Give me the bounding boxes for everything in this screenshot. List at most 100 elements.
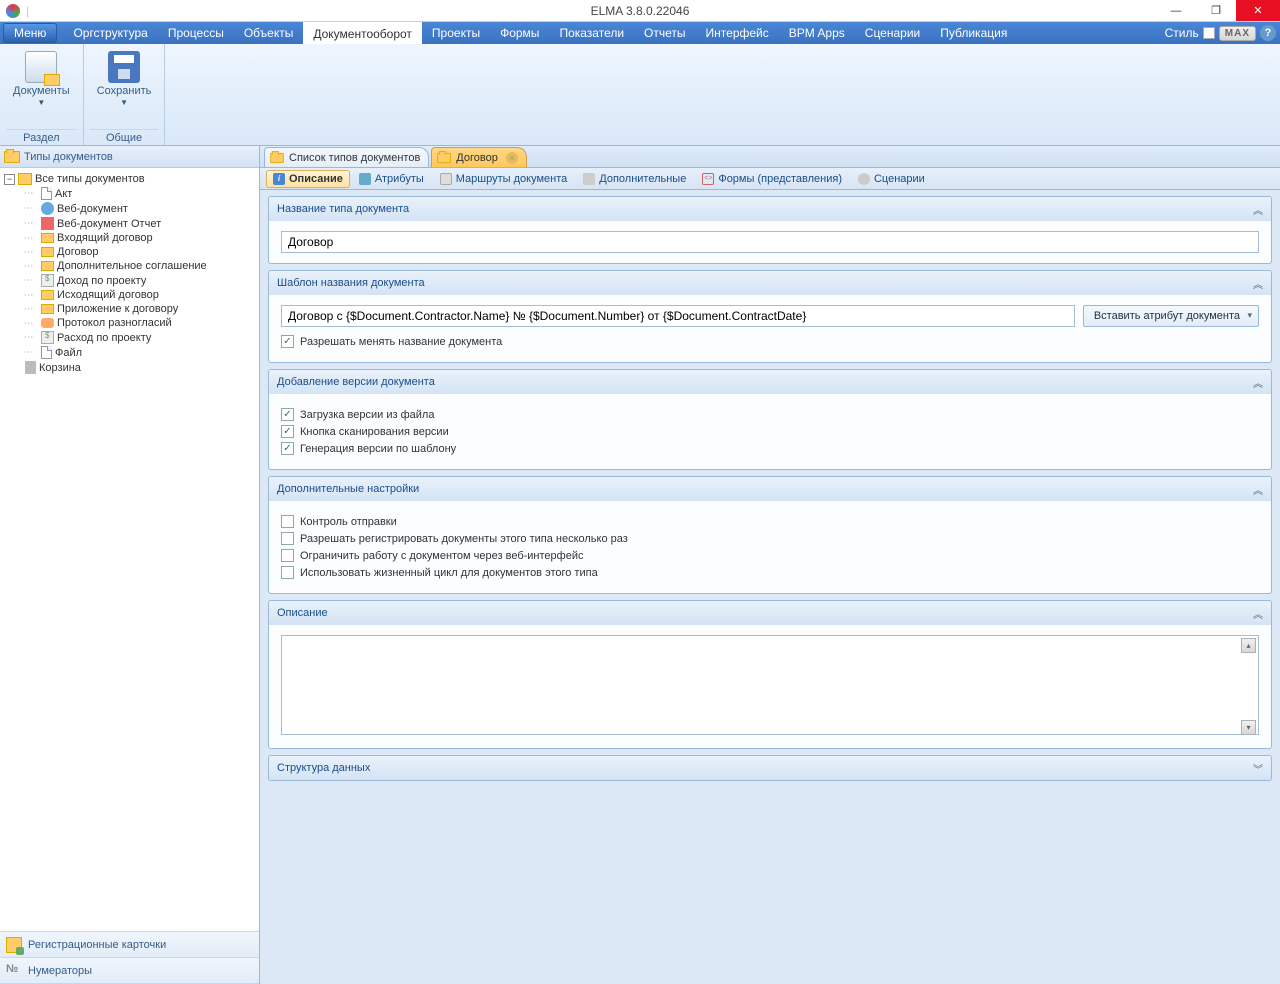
tree-connector-icon: ⋯ bbox=[18, 332, 38, 343]
subtab-4[interactable]: Формы (представления) bbox=[695, 170, 849, 188]
max-button[interactable]: MAX bbox=[1219, 26, 1256, 41]
subtab-5[interactable]: Сценарии bbox=[851, 170, 932, 188]
tree-item[interactable]: ⋯Исходящий договор bbox=[4, 288, 259, 302]
tree-item[interactable]: ⋯Протокол разногласий bbox=[4, 316, 259, 330]
doc-tab-label: Договор bbox=[456, 152, 498, 164]
bottom-item-label: Нумераторы bbox=[28, 965, 92, 977]
generate-template-checkbox[interactable] bbox=[281, 442, 294, 455]
tree-expander-icon[interactable]: − bbox=[4, 174, 15, 185]
chk-label: Ограничить работу с документом через веб… bbox=[300, 550, 583, 562]
money-icon bbox=[41, 274, 54, 287]
description-textarea[interactable] bbox=[281, 635, 1259, 735]
tree-item[interactable]: Корзина bbox=[4, 360, 259, 375]
tree-item[interactable]: ⋯Веб-документ Отчет bbox=[4, 216, 259, 231]
tree-item-label: Протокол разногласий bbox=[57, 317, 172, 329]
tree-item[interactable]: ⋯Договор bbox=[4, 245, 259, 259]
main-menu-button[interactable]: Меню bbox=[3, 23, 57, 43]
allow-rename-checkbox[interactable] bbox=[281, 335, 294, 348]
chk-label: Загрузка версии из файла bbox=[300, 409, 434, 421]
left-bottom-item[interactable]: Нумераторы bbox=[0, 958, 259, 984]
send-control-checkbox[interactable] bbox=[281, 515, 294, 528]
extra-icon bbox=[583, 173, 595, 185]
app-logo-icon bbox=[6, 4, 20, 18]
window-close-button[interactable]: ✕ bbox=[1236, 0, 1280, 21]
chevron-up-icon bbox=[1253, 606, 1263, 621]
tree-item[interactable]: ⋯Доход по проекту bbox=[4, 273, 259, 288]
folder-icon bbox=[270, 152, 284, 162]
menubar-item-10[interactable]: Сценарии bbox=[855, 22, 930, 44]
scroll-up-icon[interactable]: ▴ bbox=[1241, 638, 1256, 653]
multi-register-checkbox[interactable] bbox=[281, 532, 294, 545]
allow-rename-label: Разрешать менять название документа bbox=[300, 336, 502, 348]
menubar-item-3[interactable]: Документооборот bbox=[303, 22, 422, 44]
section-header-name[interactable]: Название типа документа bbox=[269, 197, 1271, 221]
subtab-label: Формы (представления) bbox=[718, 173, 842, 185]
section-header-data-structure[interactable]: Структура данных bbox=[269, 756, 1271, 780]
ribbon-group-label: Раздел bbox=[6, 129, 77, 145]
tree-item-label: Входящий договор bbox=[57, 232, 153, 244]
name-template-input[interactable] bbox=[281, 305, 1075, 327]
web-icon bbox=[41, 202, 54, 215]
tree-root[interactable]: − Все типы документов bbox=[4, 172, 259, 186]
menubar-item-0[interactable]: Оргструктура bbox=[63, 22, 157, 44]
section-header-template[interactable]: Шаблон названия документа bbox=[269, 271, 1271, 295]
chevron-down-icon bbox=[1253, 761, 1263, 776]
menubar-item-5[interactable]: Формы bbox=[490, 22, 549, 44]
bottom-item-label: Регистрационные карточки bbox=[28, 939, 166, 951]
insert-attribute-button[interactable]: Вставить атрибут документа bbox=[1083, 305, 1259, 327]
menubar-item-6[interactable]: Показатели bbox=[549, 22, 634, 44]
subtab-label: Описание bbox=[289, 173, 343, 185]
menubar-item-1[interactable]: Процессы bbox=[158, 22, 234, 44]
tree-item[interactable]: ⋯Веб-документ bbox=[4, 201, 259, 216]
menubar-item-11[interactable]: Публикация bbox=[930, 22, 1017, 44]
subtabs: Описание Атрибуты Маршруты документаДополн… bbox=[260, 168, 1280, 190]
section-header-versions[interactable]: Добавление версии документа bbox=[269, 370, 1271, 394]
window-title: ELMA 3.8.0.22046 bbox=[591, 4, 690, 18]
ribbon-button-save[interactable]: Сохранить▼ bbox=[90, 48, 159, 110]
subtab-2[interactable]: Маршруты документа bbox=[433, 170, 574, 188]
menubar-item-4[interactable]: Проекты bbox=[422, 22, 490, 44]
left-panel-header: Типы документов bbox=[0, 146, 259, 168]
doc-type-name-input[interactable] bbox=[281, 231, 1259, 253]
style-dropdown[interactable] bbox=[1203, 27, 1215, 39]
section-name: Название типа документа bbox=[268, 196, 1272, 264]
help-icon[interactable]: ? bbox=[1260, 25, 1276, 41]
subtab-0[interactable]: Описание bbox=[266, 170, 350, 188]
tree-item[interactable]: ⋯Файл bbox=[4, 345, 259, 360]
window-minimize-button[interactable]: — bbox=[1156, 0, 1196, 21]
tree-connector-icon: ⋯ bbox=[18, 304, 38, 315]
doc-tab-1[interactable]: Договор × bbox=[431, 147, 527, 167]
tree-connector-icon: ⋯ bbox=[18, 247, 38, 258]
tree-item[interactable]: ⋯Входящий договор bbox=[4, 231, 259, 245]
tree-item[interactable]: ⋯Расход по проекту bbox=[4, 330, 259, 345]
restrict-web-checkbox[interactable] bbox=[281, 549, 294, 562]
section-header-description[interactable]: Описание bbox=[269, 601, 1271, 625]
scan-button-checkbox[interactable] bbox=[281, 425, 294, 438]
chk-label: Генерация версии по шаблону bbox=[300, 443, 456, 455]
tree-item[interactable]: ⋯Приложение к договору bbox=[4, 302, 259, 316]
doc-tab-0[interactable]: Список типов документов bbox=[264, 147, 429, 167]
section-header-additional[interactable]: Дополнительные настройки bbox=[269, 477, 1271, 501]
window-restore-button[interactable]: ❐ bbox=[1196, 0, 1236, 21]
menubar-item-2[interactable]: Объекты bbox=[234, 22, 304, 44]
scroll-down-icon[interactable]: ▾ bbox=[1241, 720, 1256, 735]
left-bottom-item[interactable]: Регистрационные карточки bbox=[0, 932, 259, 958]
lifecycle-checkbox[interactable] bbox=[281, 566, 294, 579]
tab-close-icon[interactable]: × bbox=[506, 152, 518, 164]
form-area: Название типа документа Шаблон названия … bbox=[260, 190, 1280, 984]
style-label: Стиль bbox=[1165, 26, 1199, 40]
section-title: Шаблон названия документа bbox=[277, 277, 425, 289]
chart-icon bbox=[41, 217, 54, 230]
subtab-3[interactable]: Дополнительные bbox=[576, 170, 693, 188]
tree-item[interactable]: ⋯Акт bbox=[4, 186, 259, 201]
tree-item[interactable]: ⋯Дополнительное соглашение bbox=[4, 259, 259, 273]
left-panel-title: Типы документов bbox=[24, 151, 113, 163]
section-title: Название типа документа bbox=[277, 203, 409, 215]
load-from-file-checkbox[interactable] bbox=[281, 408, 294, 421]
menubar-item-7[interactable]: Отчеты bbox=[634, 22, 695, 44]
ribbon-button-docs[interactable]: Документы▼ bbox=[6, 48, 77, 110]
menubar-item-9[interactable]: BPM Apps bbox=[779, 22, 855, 44]
menubar-item-8[interactable]: Интерфейс bbox=[696, 22, 779, 44]
subtab-1[interactable]: Атрибуты bbox=[352, 170, 431, 188]
subtab-label: Атрибуты bbox=[375, 173, 424, 185]
